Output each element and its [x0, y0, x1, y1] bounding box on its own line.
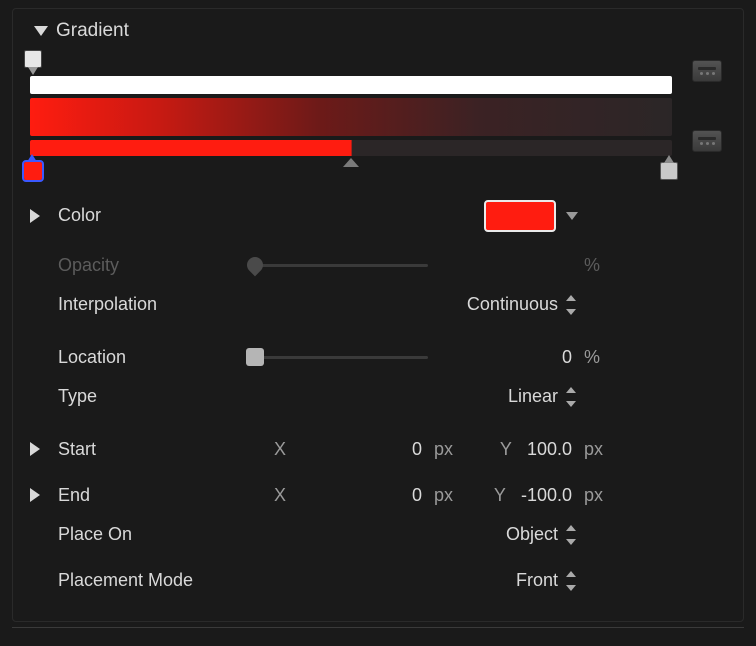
slider-thumb	[244, 254, 267, 277]
interpolation-select[interactable]: Continuous	[298, 294, 578, 315]
axis-y-label: Y	[500, 439, 522, 459]
type-label: Type	[58, 386, 248, 407]
interpolation-label: Interpolation	[58, 294, 248, 315]
axis-x-label: X	[248, 439, 298, 460]
location-unit: %	[578, 347, 620, 368]
chevron-down-icon[interactable]	[566, 212, 578, 220]
gradient-preview	[30, 98, 672, 136]
disclosure-triangle-icon[interactable]	[30, 442, 40, 456]
row-placement-mode: Placement Mode Front	[30, 564, 726, 610]
end-x-value[interactable]: 0	[298, 485, 428, 506]
start-x-unit: px	[428, 439, 458, 460]
opacity-label: Opacity	[58, 255, 248, 276]
separator	[12, 627, 744, 628]
opacity-unit: %	[578, 255, 620, 276]
placement-mode-select[interactable]: Front	[298, 570, 578, 591]
place-on-select[interactable]: Object	[298, 524, 578, 545]
start-label: Start	[58, 439, 248, 460]
axis-y-label: Y	[494, 485, 516, 505]
row-location: Location 0 %	[30, 334, 726, 380]
axis-x-label: X	[248, 485, 298, 506]
place-on-label: Place On	[58, 524, 248, 545]
stepper-icon	[564, 525, 578, 545]
type-select[interactable]: Linear	[298, 386, 578, 407]
row-interpolation: Interpolation Continuous	[30, 288, 726, 334]
opacity-track[interactable]	[30, 76, 672, 94]
row-start: Start X 0 px Y 100.0 px	[30, 426, 726, 472]
row-type: Type Linear	[30, 380, 726, 426]
end-y-value[interactable]: -100.0	[521, 485, 572, 505]
placement-mode-label: Placement Mode	[58, 570, 248, 591]
midpoint-handle-icon[interactable]	[343, 158, 359, 167]
color-label: Color	[58, 205, 248, 226]
gradient-editor[interactable]	[30, 56, 672, 156]
gradient-section-header[interactable]: Gradient	[34, 20, 726, 42]
color-stop-handle-end[interactable]	[660, 162, 678, 180]
start-y-unit: px	[578, 439, 620, 460]
row-opacity: Opacity %	[30, 242, 726, 288]
start-x-value[interactable]: 0	[298, 439, 428, 460]
slider-thumb[interactable]	[246, 348, 264, 366]
disclosure-triangle-icon	[34, 26, 48, 36]
opacity-slider	[248, 255, 428, 275]
stepper-icon	[564, 571, 578, 591]
row-end: End X 0 px Y -100.0 px	[30, 472, 726, 518]
distribute-opacity-stops-button[interactable]	[692, 60, 722, 82]
stepper-icon	[564, 387, 578, 407]
stepper-icon	[564, 295, 578, 315]
color-swatch[interactable]	[484, 200, 556, 232]
color-stop-handle-start[interactable]	[24, 162, 42, 180]
section-title: Gradient	[56, 20, 129, 42]
location-value[interactable]: 0	[458, 347, 578, 368]
location-label: Location	[58, 347, 248, 368]
location-slider[interactable]	[248, 347, 428, 367]
row-color: Color	[30, 196, 726, 242]
start-y-value[interactable]: 100.0	[527, 439, 572, 459]
disclosure-triangle-icon[interactable]	[30, 488, 40, 502]
distribute-color-stops-button[interactable]	[692, 130, 722, 152]
disclosure-triangle-icon[interactable]	[30, 209, 40, 223]
end-y-unit: px	[578, 485, 620, 506]
end-x-unit: px	[428, 485, 458, 506]
row-place-on: Place On Object	[30, 518, 726, 564]
end-label: End	[58, 485, 248, 506]
color-track[interactable]	[30, 140, 672, 156]
opacity-stop-handle[interactable]	[24, 50, 42, 68]
